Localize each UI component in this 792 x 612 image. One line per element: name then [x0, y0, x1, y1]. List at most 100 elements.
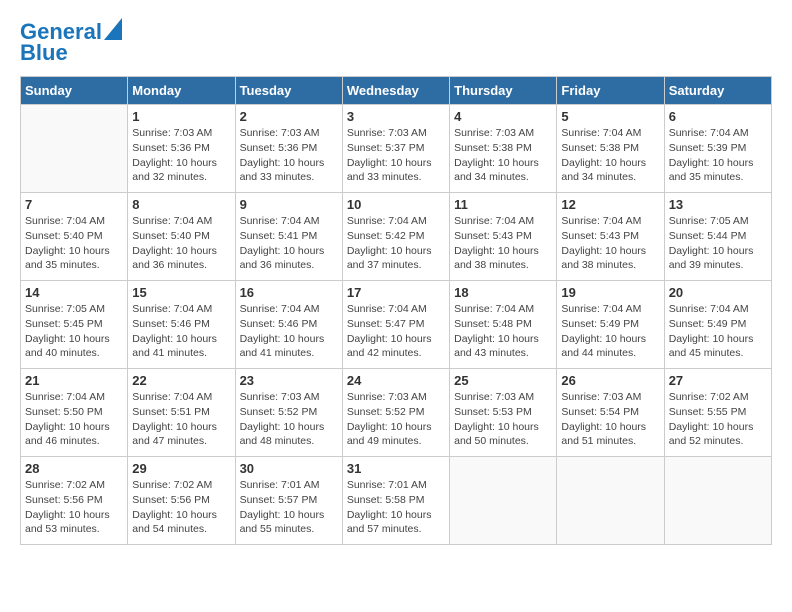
calendar-cell: 2 Sunrise: 7:03 AM Sunset: 5:36 PM Daylig…: [235, 105, 342, 193]
day-info: Sunrise: 7:02 AM Sunset: 5:56 PM Dayligh…: [132, 478, 230, 537]
calendar-cell: 23 Sunrise: 7:03 AM Sunset: 5:52 PM Dayli…: [235, 369, 342, 457]
day-number: 14: [25, 285, 123, 300]
day-number: 31: [347, 461, 445, 476]
calendar-week-row: 1Sunrise: 7:03 AM Sunset: 5:36 PM Daylig…: [21, 105, 772, 193]
day-info: Sunrise: 7:03 AM Sunset: 5:38 PM Dayligh…: [454, 126, 552, 185]
weekday-header: Sunday: [21, 77, 128, 105]
day-info: Sunrise: 7:04 AM Sunset: 5:46 PM Dayligh…: [132, 302, 230, 361]
day-number: 24: [347, 373, 445, 388]
calendar-cell: 27Sunrise: 7:02 AM Sunset: 5:55 PM Dayli…: [664, 369, 771, 457]
calendar-cell: 31 Sunrise: 7:01 AM Sunset: 5:58 PM Dayli…: [342, 457, 449, 545]
weekday-header: Monday: [128, 77, 235, 105]
calendar-cell: [21, 105, 128, 193]
calendar-cell: 8 Sunrise: 7:04 AM Sunset: 5:40 PM Daylig…: [128, 193, 235, 281]
day-number: 9: [240, 197, 338, 212]
day-number: 17: [347, 285, 445, 300]
calendar-week-row: 7 Sunrise: 7:04 AM Sunset: 5:40 PM Daylig…: [21, 193, 772, 281]
calendar-cell: 30Sunrise: 7:01 AM Sunset: 5:57 PM Dayli…: [235, 457, 342, 545]
day-number: 3: [347, 109, 445, 124]
calendar-cell: 11 Sunrise: 7:04 AM Sunset: 5:43 PM Dayli…: [450, 193, 557, 281]
day-info: Sunrise: 7:04 AM Sunset: 5:41 PM Dayligh…: [240, 214, 338, 273]
logo-blue: Blue: [20, 40, 68, 66]
day-number: 16: [240, 285, 338, 300]
weekday-header: Wednesday: [342, 77, 449, 105]
calendar-cell: 13 Sunrise: 7:05 AM Sunset: 5:44 PM Dayli…: [664, 193, 771, 281]
logo: General Blue: [20, 20, 122, 66]
calendar-cell: 15Sunrise: 7:04 AM Sunset: 5:46 PM Dayli…: [128, 281, 235, 369]
day-number: 23: [240, 373, 338, 388]
day-info: Sunrise: 7:04 AM Sunset: 5:51 PM Dayligh…: [132, 390, 230, 449]
day-info: Sunrise: 7:03 AM Sunset: 5:52 PM Dayligh…: [240, 390, 338, 449]
day-info: Sunrise: 7:03 AM Sunset: 5:36 PM Dayligh…: [240, 126, 338, 185]
calendar-cell: 7 Sunrise: 7:04 AM Sunset: 5:40 PM Daylig…: [21, 193, 128, 281]
day-info: Sunrise: 7:01 AM Sunset: 5:57 PM Dayligh…: [240, 478, 338, 537]
calendar-cell: 12Sunrise: 7:04 AM Sunset: 5:43 PM Dayli…: [557, 193, 664, 281]
page-header: General Blue: [20, 20, 772, 66]
day-info: Sunrise: 7:04 AM Sunset: 5:46 PM Dayligh…: [240, 302, 338, 361]
day-number: 20: [669, 285, 767, 300]
day-number: 6: [669, 109, 767, 124]
day-number: 29: [132, 461, 230, 476]
day-info: Sunrise: 7:02 AM Sunset: 5:56 PM Dayligh…: [25, 478, 123, 537]
day-number: 19: [561, 285, 659, 300]
day-info: Sunrise: 7:04 AM Sunset: 5:49 PM Dayligh…: [669, 302, 767, 361]
calendar-cell: 22 Sunrise: 7:04 AM Sunset: 5:51 PM Dayli…: [128, 369, 235, 457]
calendar-cell: 25 Sunrise: 7:03 AM Sunset: 5:53 PM Dayli…: [450, 369, 557, 457]
day-number: 4: [454, 109, 552, 124]
calendar-cell: 21 Sunrise: 7:04 AM Sunset: 5:50 PM Dayli…: [21, 369, 128, 457]
calendar-week-row: 21 Sunrise: 7:04 AM Sunset: 5:50 PM Dayli…: [21, 369, 772, 457]
day-info: Sunrise: 7:03 AM Sunset: 5:36 PM Dayligh…: [132, 126, 230, 185]
calendar-cell: [664, 457, 771, 545]
calendar-cell: 6Sunrise: 7:04 AM Sunset: 5:39 PM Daylig…: [664, 105, 771, 193]
day-info: Sunrise: 7:04 AM Sunset: 5:40 PM Dayligh…: [25, 214, 123, 273]
weekday-header: Tuesday: [235, 77, 342, 105]
calendar-cell: 4 Sunrise: 7:03 AM Sunset: 5:38 PM Daylig…: [450, 105, 557, 193]
day-info: Sunrise: 7:04 AM Sunset: 5:43 PM Dayligh…: [454, 214, 552, 273]
day-number: 7: [25, 197, 123, 212]
day-info: Sunrise: 7:04 AM Sunset: 5:47 PM Dayligh…: [347, 302, 445, 361]
calendar-cell: 28 Sunrise: 7:02 AM Sunset: 5:56 PM Dayli…: [21, 457, 128, 545]
calendar-cell: 14Sunrise: 7:05 AM Sunset: 5:45 PM Dayli…: [21, 281, 128, 369]
day-number: 2: [240, 109, 338, 124]
day-number: 18: [454, 285, 552, 300]
day-number: 25: [454, 373, 552, 388]
day-info: Sunrise: 7:03 AM Sunset: 5:52 PM Dayligh…: [347, 390, 445, 449]
day-number: 28: [25, 461, 123, 476]
weekday-header: Friday: [557, 77, 664, 105]
calendar-cell: 10Sunrise: 7:04 AM Sunset: 5:42 PM Dayli…: [342, 193, 449, 281]
day-number: 22: [132, 373, 230, 388]
day-info: Sunrise: 7:02 AM Sunset: 5:55 PM Dayligh…: [669, 390, 767, 449]
weekday-header: Thursday: [450, 77, 557, 105]
day-info: Sunrise: 7:05 AM Sunset: 5:44 PM Dayligh…: [669, 214, 767, 273]
day-number: 11: [454, 197, 552, 212]
day-info: Sunrise: 7:04 AM Sunset: 5:42 PM Dayligh…: [347, 214, 445, 273]
day-number: 13: [669, 197, 767, 212]
calendar-cell: [557, 457, 664, 545]
calendar-cell: 1Sunrise: 7:03 AM Sunset: 5:36 PM Daylig…: [128, 105, 235, 193]
weekday-header: Saturday: [664, 77, 771, 105]
logo-icon: [104, 18, 122, 40]
calendar-cell: 18 Sunrise: 7:04 AM Sunset: 5:48 PM Dayli…: [450, 281, 557, 369]
day-number: 5: [561, 109, 659, 124]
day-info: Sunrise: 7:03 AM Sunset: 5:53 PM Dayligh…: [454, 390, 552, 449]
day-info: Sunrise: 7:04 AM Sunset: 5:38 PM Dayligh…: [561, 126, 659, 185]
calendar-cell: 17 Sunrise: 7:04 AM Sunset: 5:47 PM Dayli…: [342, 281, 449, 369]
day-info: Sunrise: 7:03 AM Sunset: 5:37 PM Dayligh…: [347, 126, 445, 185]
calendar-cell: 3 Sunrise: 7:03 AM Sunset: 5:37 PM Daylig…: [342, 105, 449, 193]
day-info: Sunrise: 7:01 AM Sunset: 5:58 PM Dayligh…: [347, 478, 445, 537]
calendar-cell: 19Sunrise: 7:04 AM Sunset: 5:49 PM Dayli…: [557, 281, 664, 369]
day-number: 21: [25, 373, 123, 388]
day-info: Sunrise: 7:04 AM Sunset: 5:48 PM Dayligh…: [454, 302, 552, 361]
day-info: Sunrise: 7:03 AM Sunset: 5:54 PM Dayligh…: [561, 390, 659, 449]
day-info: Sunrise: 7:04 AM Sunset: 5:50 PM Dayligh…: [25, 390, 123, 449]
calendar-cell: 9 Sunrise: 7:04 AM Sunset: 5:41 PM Daylig…: [235, 193, 342, 281]
calendar-week-row: 14Sunrise: 7:05 AM Sunset: 5:45 PM Dayli…: [21, 281, 772, 369]
calendar-cell: 16 Sunrise: 7:04 AM Sunset: 5:46 PM Dayli…: [235, 281, 342, 369]
day-info: Sunrise: 7:04 AM Sunset: 5:40 PM Dayligh…: [132, 214, 230, 273]
calendar-cell: [450, 457, 557, 545]
weekday-header-row: SundayMondayTuesdayWednesdayThursdayFrid…: [21, 77, 772, 105]
calendar-cell: 24 Sunrise: 7:03 AM Sunset: 5:52 PM Dayli…: [342, 369, 449, 457]
day-number: 8: [132, 197, 230, 212]
calendar-cell: 29 Sunrise: 7:02 AM Sunset: 5:56 PM Dayli…: [128, 457, 235, 545]
calendar-cell: 26Sunrise: 7:03 AM Sunset: 5:54 PM Dayli…: [557, 369, 664, 457]
